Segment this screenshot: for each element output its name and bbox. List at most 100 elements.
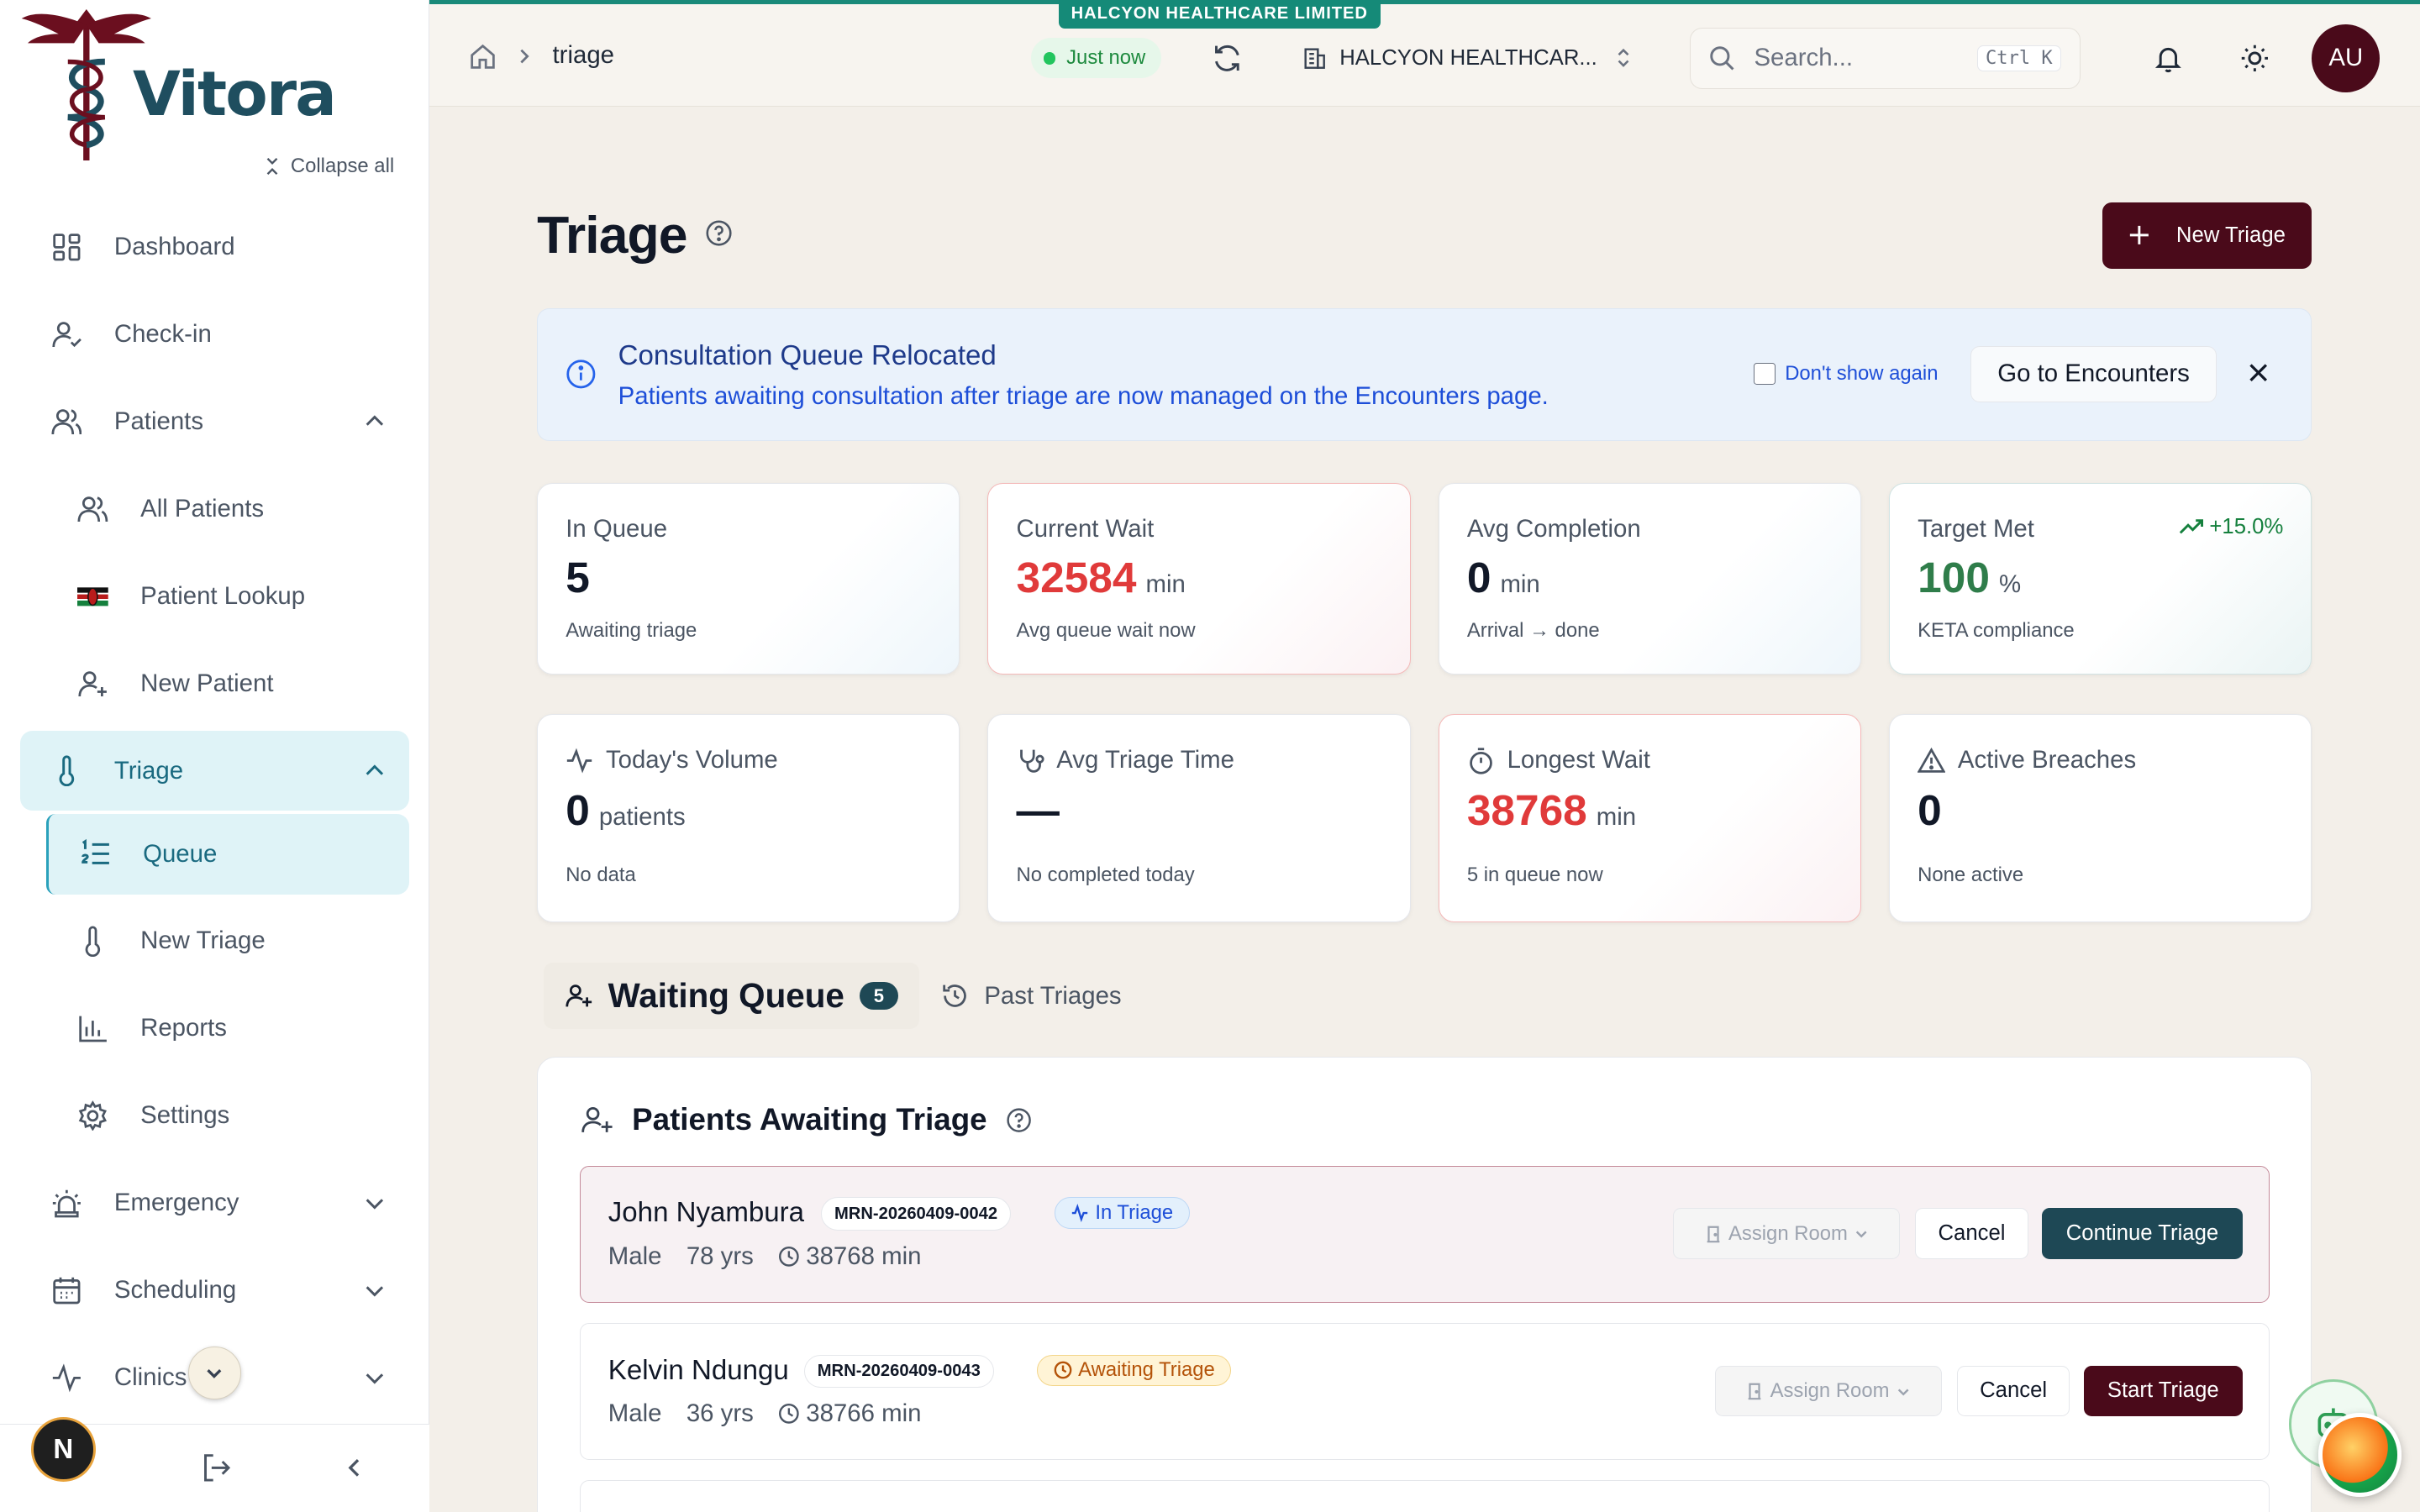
trend-badge: +15.0% bbox=[2179, 515, 2283, 539]
patient-sex: Male bbox=[608, 1399, 662, 1428]
sidebar-item-scheduling[interactable]: Scheduling bbox=[20, 1247, 409, 1334]
checkbox-box[interactable] bbox=[1754, 362, 1776, 385]
patient-meta: Male 36 yrs 38766 min bbox=[608, 1399, 922, 1428]
scroll-down-button[interactable] bbox=[188, 1347, 241, 1399]
patient-row[interactable]: Kelvin Ndungu MRN-20260409-0043 Awaiting… bbox=[579, 1323, 2270, 1461]
door-icon bbox=[1707, 1226, 1719, 1242]
stat-value: 0 patients bbox=[566, 785, 686, 835]
assign-room-select[interactable]: Assign Room bbox=[1673, 1208, 1901, 1259]
sidebar-item-new-patient[interactable]: New Patient bbox=[20, 640, 409, 727]
sidebar-item-label: All Patients bbox=[140, 495, 265, 523]
workspace-avatar[interactable]: N bbox=[30, 1417, 96, 1483]
refresh-icon[interactable] bbox=[1212, 43, 1243, 74]
help-icon[interactable] bbox=[705, 219, 733, 247]
stat-in-queue: In Queue 5 Awaiting triage bbox=[537, 482, 960, 675]
chevron-right-icon bbox=[520, 50, 530, 64]
continue-triage-button[interactable]: Continue Triage bbox=[2042, 1208, 2243, 1259]
tenant-tag: HALCYON HEALTHCARE LIMITED bbox=[1058, 0, 1381, 29]
sidebar-item-patients[interactable]: Patients bbox=[20, 378, 409, 465]
thermometer-icon bbox=[77, 926, 108, 957]
breadcrumb[interactable]: triage bbox=[553, 41, 614, 70]
sidebar-item-settings[interactable]: Settings bbox=[20, 1072, 409, 1159]
cancel-button[interactable]: Cancel bbox=[1915, 1208, 2028, 1259]
stat-number: 5 bbox=[566, 552, 590, 601]
thermometer-icon bbox=[51, 755, 82, 786]
sidebar-item-label: Settings bbox=[140, 1101, 230, 1130]
new-triage-label: New Triage bbox=[2175, 223, 2286, 247]
stat-label: Longest Wait bbox=[1507, 746, 1650, 774]
sidebar-item-all-patients[interactable]: All Patients bbox=[20, 465, 409, 553]
page-title: Triage bbox=[537, 206, 687, 265]
stat-label-row: Longest Wait bbox=[1467, 746, 1650, 774]
clock-icon bbox=[1054, 1362, 1072, 1379]
go-to-encounters-button[interactable]: Go to Encounters bbox=[1970, 346, 2217, 402]
stat-subtext: None active bbox=[1918, 863, 2024, 886]
stat-value: — bbox=[1017, 785, 1060, 835]
chevron-down-icon bbox=[207, 1368, 222, 1378]
activity-icon bbox=[51, 1362, 82, 1394]
users-icon bbox=[51, 407, 82, 438]
stat-subtext: Avg queue wait now bbox=[1016, 619, 1196, 643]
clock-icon bbox=[779, 1246, 799, 1267]
help-icon[interactable] bbox=[1006, 1107, 1032, 1133]
sidebar-item-check-in[interactable]: Check-in bbox=[20, 291, 409, 378]
stat-unit: min bbox=[1596, 803, 1637, 832]
sidebar-item-triage[interactable]: Triage bbox=[19, 730, 409, 811]
search-input[interactable]: Search... Ctrl K bbox=[1690, 27, 2081, 89]
sidebar-item-dashboard[interactable]: Dashboard bbox=[20, 203, 409, 291]
assign-room-select[interactable]: Assign Room bbox=[1714, 1365, 1942, 1417]
kenya-flag-icon bbox=[76, 581, 108, 612]
chevron-down-icon bbox=[366, 1199, 384, 1210]
users-icon bbox=[77, 494, 108, 525]
sidebar-footer: N bbox=[0, 1417, 429, 1512]
chevron-down-icon bbox=[1897, 1389, 1909, 1396]
sidebar: Vitora Collapse all Dashboard Check-in P… bbox=[0, 0, 429, 1512]
promo-avatar-button[interactable] bbox=[2317, 1413, 2402, 1497]
cancel-button[interactable]: Cancel bbox=[1957, 1365, 2070, 1417]
user-avatar[interactable]: AU bbox=[2312, 24, 2381, 92]
sidebar-item-patient-lookup[interactable]: Patient Lookup bbox=[20, 553, 409, 640]
shortcut-key: K bbox=[2041, 47, 2053, 69]
sidebar-item-label: New Triage bbox=[140, 927, 266, 955]
logo[interactable]: Vitora bbox=[18, 0, 337, 164]
sidebar-item-emergency[interactable]: Emergency bbox=[20, 1159, 409, 1247]
sidebar-item-label: Emergency bbox=[113, 1189, 239, 1216]
sidebar-item-label: Check-in bbox=[113, 320, 212, 349]
sidebar-item-label: Clinics bbox=[113, 1362, 187, 1391]
sidebar-item-label: Patient Lookup bbox=[140, 582, 306, 611]
sidebar-item-new-triage[interactable]: New Triage bbox=[20, 897, 409, 984]
status-label: In Triage bbox=[1095, 1201, 1174, 1225]
stat-value: 100% bbox=[1918, 552, 2021, 602]
stat-longest-wait: Longest Wait 38768 min 5 in queue now bbox=[1438, 714, 1862, 923]
collapse-icon bbox=[266, 157, 278, 175]
tenant-selector[interactable]: HALCYON HEALTHCAR... bbox=[1284, 29, 1651, 87]
sidebar-item-reports[interactable]: Reports bbox=[20, 984, 409, 1072]
shortcut-ctrl: Ctrl bbox=[1986, 47, 2031, 69]
stat-unit: patients bbox=[598, 803, 686, 832]
collapse-sidebar-icon[interactable] bbox=[339, 1452, 371, 1483]
patient-row[interactable] bbox=[579, 1480, 2270, 1512]
patient-row[interactable]: John Nyambura MRN-20260409-0042 In Triag… bbox=[579, 1165, 2270, 1304]
user-check-icon bbox=[51, 319, 82, 350]
bell-icon[interactable] bbox=[2153, 43, 2184, 74]
dont-show-again-label: Don't show again bbox=[1785, 361, 1939, 385]
home-icon[interactable] bbox=[469, 43, 497, 71]
stat-current-wait: Current Wait 32584 min Avg queue wait now bbox=[987, 482, 1411, 675]
wait-time-value: 38766 min bbox=[806, 1399, 922, 1428]
stat-label: Current Wait bbox=[1016, 514, 1155, 543]
theme-toggle-icon[interactable] bbox=[2239, 43, 2270, 74]
sidebar-item-queue[interactable]: Queue bbox=[46, 814, 409, 895]
stat-unit: % bbox=[1998, 570, 2022, 598]
user-plus-icon bbox=[77, 669, 108, 700]
wait-time: 38766 min bbox=[778, 1399, 921, 1428]
close-icon[interactable] bbox=[2246, 360, 2270, 385]
collapse-all-button[interactable]: Collapse all bbox=[263, 155, 394, 178]
dont-show-again-checkbox[interactable]: Don't show again bbox=[1754, 362, 1938, 386]
start-triage-button[interactable]: Start Triage bbox=[2083, 1365, 2243, 1417]
logout-icon[interactable] bbox=[201, 1452, 232, 1483]
new-triage-button[interactable]: New Triage bbox=[2102, 202, 2312, 269]
relocation-banner: Consultation Queue Relocated Patients aw… bbox=[537, 308, 2312, 442]
tab-waiting-queue[interactable]: Waiting Queue 5 bbox=[543, 963, 920, 1030]
collapse-all-label: Collapse all bbox=[290, 154, 395, 177]
tab-past-triages[interactable]: Past Triages bbox=[919, 963, 1143, 1029]
